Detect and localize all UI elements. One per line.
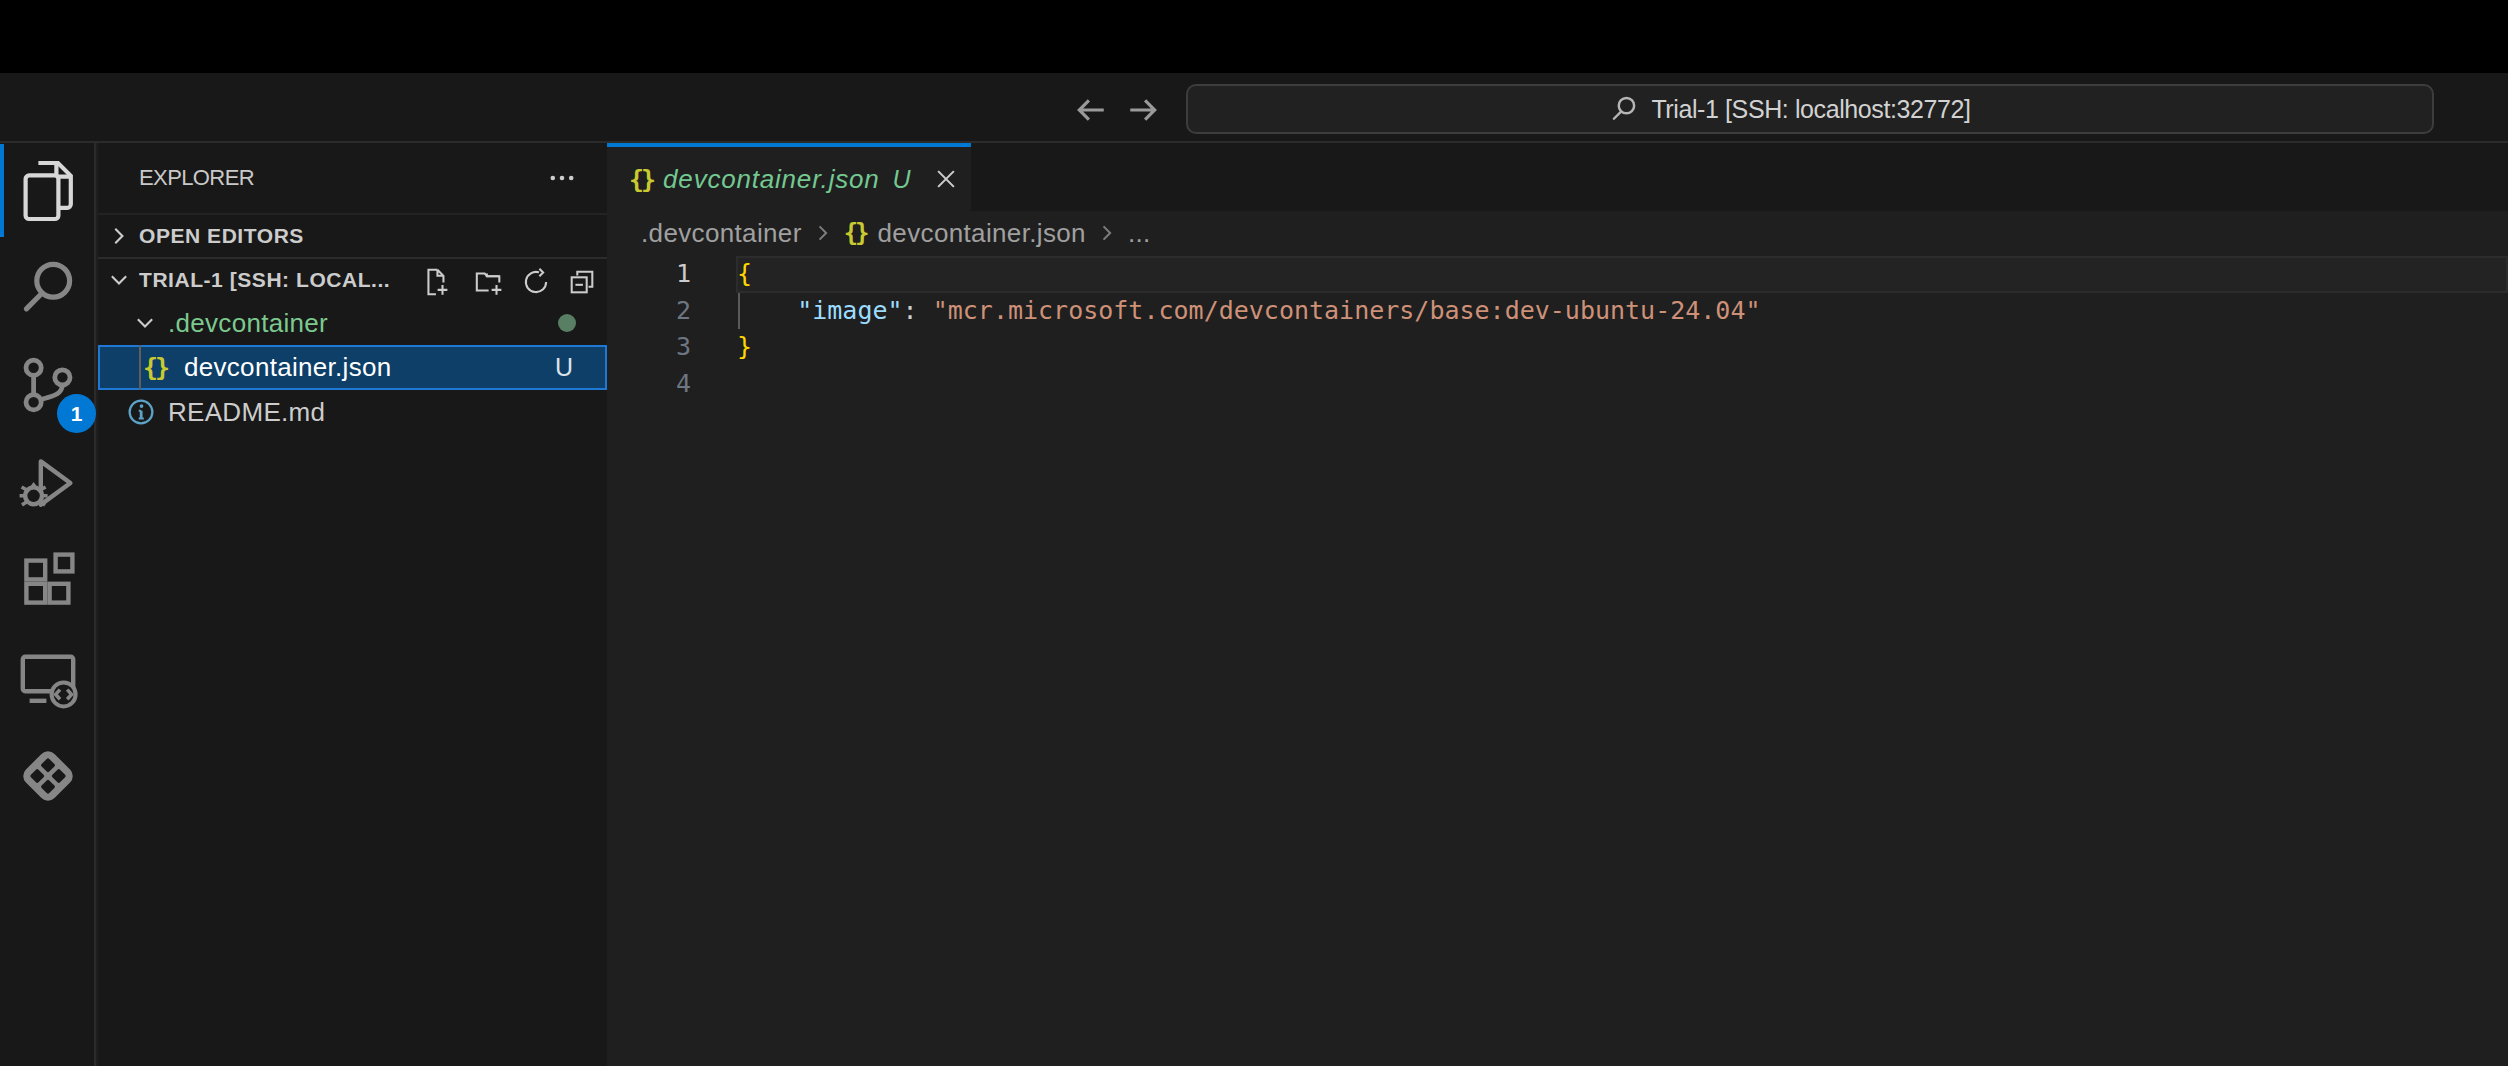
line-number: 3	[607, 328, 691, 365]
code-line: "image": "mcr.microsoft.com/devcontainer…	[737, 292, 1761, 329]
new-file-icon	[420, 267, 450, 297]
breadcrumbs: .devcontainer {} devcontainer.json ...	[607, 211, 2508, 255]
remote-explorer-icon	[16, 646, 80, 710]
editor-group: {} devcontainer.json U .devcontainer {} …	[607, 143, 2508, 1066]
active-view-indicator	[0, 144, 4, 237]
tree-item-devcontainer-folder[interactable]: .devcontainer	[98, 301, 607, 345]
folder-label: .devcontainer	[168, 301, 328, 345]
explorer-sidebar: EXPLORER OPEN EDITORS TRIAL-1 [SSH: LOCA…	[98, 143, 607, 1066]
sidebar-header: EXPLORER	[98, 143, 607, 213]
code-token	[737, 296, 797, 325]
code-token: "image"	[797, 296, 902, 325]
new-folder-icon	[474, 267, 504, 297]
activity-extensions-button[interactable]	[16, 549, 80, 613]
refresh-icon	[521, 267, 551, 297]
search-icon	[1609, 94, 1639, 124]
file-label: README.md	[168, 390, 325, 434]
tab-git-status: U	[893, 165, 911, 194]
command-center[interactable]: Trial-1 [SSH: localhost:32772]	[1186, 84, 2434, 134]
breadcrumb-file[interactable]: devcontainer.json	[878, 218, 1086, 249]
tab-label: devcontainer.json	[663, 164, 879, 195]
breadcrumb-folder[interactable]: .devcontainer	[641, 218, 802, 249]
code-line: }	[737, 328, 752, 365]
chevron-right-icon	[106, 223, 132, 249]
info-file-icon	[127, 398, 155, 426]
workspace-label: TRIAL-1 [SSH: LOCAL...	[139, 268, 390, 292]
activity-run-debug-button[interactable]	[16, 451, 80, 515]
search-icon	[16, 256, 80, 320]
open-editors-label: OPEN EDITORS	[139, 224, 304, 248]
code-line: {	[737, 255, 752, 292]
chevron-right-icon	[1095, 221, 1119, 245]
collapse-all-icon	[567, 267, 597, 297]
breadcrumb-symbol[interactable]: ...	[1128, 218, 1151, 249]
new-file-button[interactable]	[420, 267, 450, 297]
activity-containers-button[interactable]	[16, 744, 80, 808]
navigate-forward-icon[interactable]	[1126, 93, 1160, 127]
new-folder-button[interactable]	[474, 267, 504, 297]
git-untracked-badge: U	[550, 345, 578, 390]
source-control-badge: 1	[57, 394, 96, 433]
workspace-section-header[interactable]: TRIAL-1 [SSH: LOCAL...	[98, 257, 607, 301]
file-label: devcontainer.json	[184, 345, 391, 390]
containers-icon	[16, 744, 80, 808]
code-token	[918, 296, 933, 325]
refresh-explorer-button[interactable]	[521, 267, 551, 297]
code-editor[interactable]: 1 2 3 4 { "image": "mcr.microsoft.com/de…	[607, 255, 2508, 1066]
navigate-back-icon[interactable]	[1074, 93, 1108, 127]
title-bar: Trial-1 [SSH: localhost:32772]	[0, 73, 2508, 143]
code-token: }	[737, 332, 752, 361]
activity-search-button[interactable]	[16, 256, 80, 320]
tree-item-devcontainer-json-selected[interactable]: {} devcontainer.json U	[98, 345, 607, 390]
code-token: "mcr.microsoft.com/devcontainers/base:de…	[933, 296, 1761, 325]
sidebar-title: EXPLORER	[139, 143, 254, 213]
activity-remote-explorer-button[interactable]	[16, 646, 80, 710]
command-center-label: Trial-1 [SSH: localhost:32772]	[1651, 95, 1970, 124]
line-number: 1	[607, 255, 691, 292]
close-tab-button[interactable]	[931, 164, 961, 194]
json-file-icon: {}	[629, 165, 653, 194]
activity-explorer-button[interactable]	[16, 159, 80, 223]
json-file-icon: {}	[143, 345, 167, 390]
code-token: {	[737, 259, 752, 288]
files-icon	[16, 159, 80, 223]
collapse-folders-button[interactable]	[567, 267, 597, 297]
open-editors-section-header[interactable]: OPEN EDITORS	[98, 213, 607, 257]
current-line-highlight	[736, 256, 2508, 293]
more-actions-button[interactable]	[545, 162, 579, 194]
screen-top-black-strip	[0, 0, 2508, 73]
tab-devcontainer-json[interactable]: {} devcontainer.json U	[607, 143, 971, 211]
git-modified-dot-badge	[558, 314, 576, 332]
debug-icon	[16, 451, 80, 515]
activity-bar: 1	[0, 143, 96, 1066]
tab-bar: {} devcontainer.json U	[607, 143, 2508, 211]
code-token: :	[903, 296, 918, 325]
chevron-right-icon	[811, 221, 835, 245]
chevron-down-icon	[132, 310, 158, 336]
tree-item-readme[interactable]: README.md	[98, 390, 607, 434]
extensions-icon	[16, 549, 80, 613]
line-number: 4	[607, 365, 691, 402]
ellipsis-icon	[546, 162, 578, 194]
chevron-down-icon	[106, 267, 132, 293]
json-file-icon: {}	[844, 219, 867, 247]
close-icon	[931, 164, 961, 194]
line-number: 2	[607, 292, 691, 329]
tree-indent-guide	[139, 345, 141, 390]
